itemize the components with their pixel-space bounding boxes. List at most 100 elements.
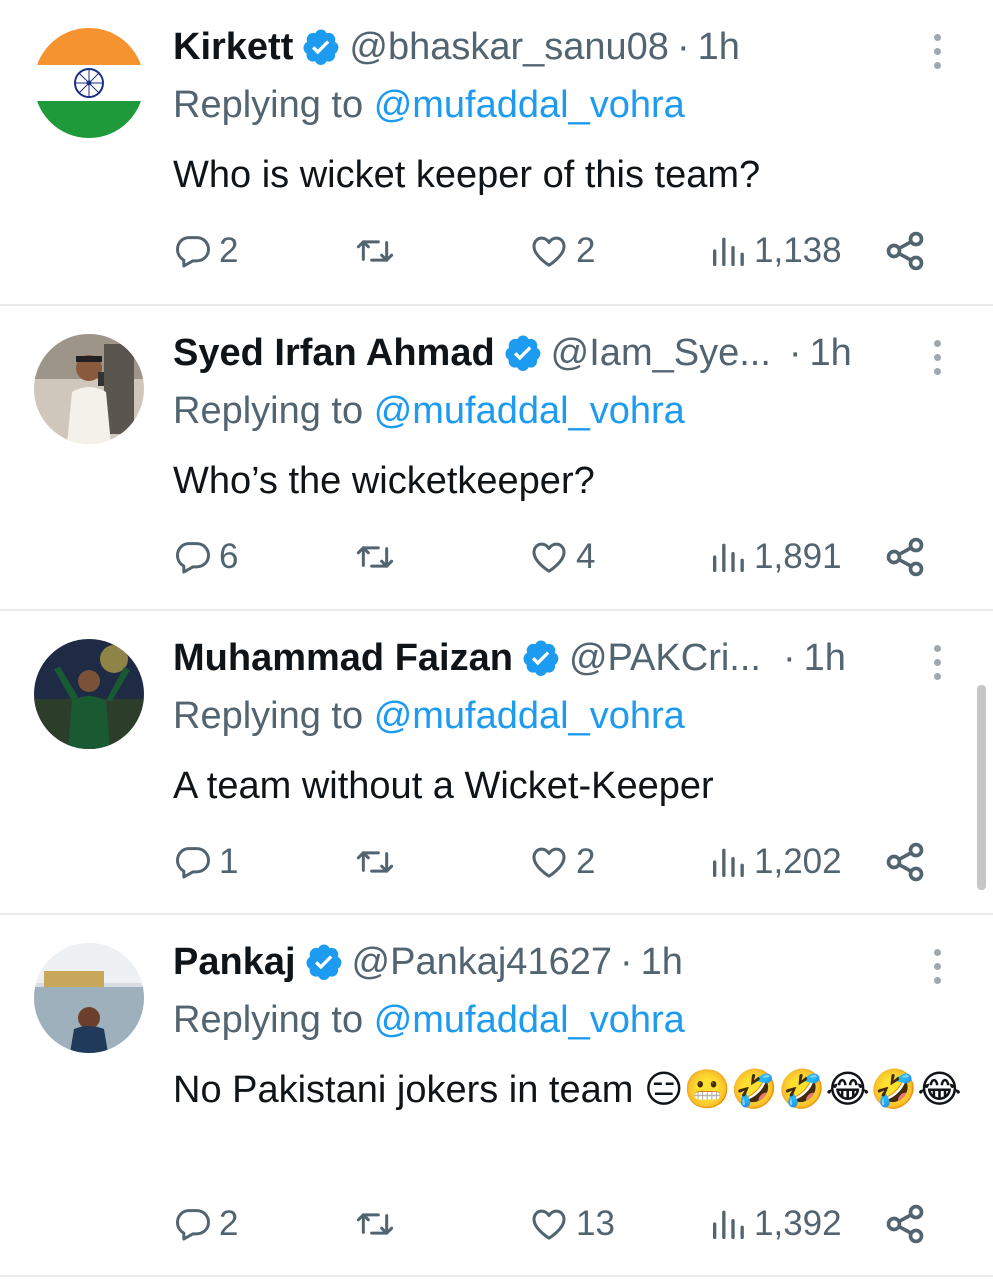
user-handle[interactable]: @Pankaj41627: [352, 941, 612, 984]
views-button[interactable]: 1,202: [708, 837, 842, 887]
india-flag-avatar-image: [34, 28, 144, 138]
views-button[interactable]: 1,138: [708, 226, 842, 276]
reply-icon: [176, 236, 210, 268]
tweet[interactable]: Pankaj @Pankaj41627 · 1h Replying to @mu…: [0, 915, 993, 1277]
profile-photo-image: [34, 639, 144, 749]
views-icon: [713, 237, 744, 266]
reply-button[interactable]: 6: [173, 532, 238, 582]
retweet-icon: [356, 546, 394, 568]
more-icon[interactable]: [922, 641, 952, 681]
separator-dot: ·: [619, 940, 633, 983]
separator-dot: ·: [782, 636, 796, 679]
like-button[interactable]: 4: [528, 532, 595, 582]
avatar[interactable]: [34, 28, 144, 138]
views-button[interactable]: 1,392: [708, 1199, 842, 1249]
verified-badge-icon: [306, 944, 342, 980]
display-name[interactable]: Syed Irfan Ahmad: [173, 332, 495, 375]
display-name[interactable]: Pankaj: [173, 941, 296, 984]
share-icon: [886, 537, 924, 577]
tweet[interactable]: Syed Irfan Ahmad @Iam_Sye... · 1h Replyi…: [0, 306, 993, 611]
user-handle[interactable]: @bhaskar_sanu08: [349, 26, 669, 69]
like-icon: [532, 236, 566, 267]
more-icon[interactable]: [922, 945, 952, 985]
retweet-button[interactable]: [353, 226, 403, 276]
replying-to: Replying to @mufaddal_vohra: [173, 999, 685, 1042]
timestamp[interactable]: 1h: [698, 26, 740, 69]
like-button[interactable]: 13: [528, 1199, 615, 1249]
display-name[interactable]: Muhammad Faizan: [173, 637, 513, 680]
reply-count: 2: [219, 1204, 239, 1243]
reply-button[interactable]: 1: [173, 837, 238, 887]
view-count: 1,138: [754, 231, 842, 270]
view-count: 1,392: [754, 1204, 842, 1243]
retweet-button[interactable]: [353, 837, 403, 887]
tweet-text: Who is wicket keeper of this team?: [173, 148, 963, 202]
views-button[interactable]: 1,891: [708, 532, 842, 582]
views-icon: [713, 848, 744, 877]
separator-dot: ·: [788, 331, 802, 374]
reply-button[interactable]: 2: [173, 1199, 238, 1249]
user-handle[interactable]: @Iam_Sye...: [551, 332, 771, 375]
tweet[interactable]: Muhammad Faizan @PAKCri... · 1h Replying…: [0, 611, 993, 915]
more-icon[interactable]: [922, 336, 952, 376]
profile-photo-image: [34, 943, 144, 1053]
share-button[interactable]: [883, 226, 927, 276]
like-button[interactable]: 2: [528, 837, 595, 887]
avatar[interactable]: [34, 943, 144, 1053]
reply-count: 2: [219, 231, 239, 270]
like-icon: [532, 542, 566, 573]
share-button[interactable]: [883, 1199, 927, 1249]
more-icon[interactable]: [922, 30, 952, 70]
tweet-text-content: Who is wicket keeper of this team?: [173, 154, 761, 196]
tweet-actions: 2 13 1,392: [173, 1199, 953, 1249]
retweet-button[interactable]: [353, 1199, 403, 1249]
share-icon: [886, 842, 924, 882]
reply-icon: [176, 847, 210, 879]
verified-badge-icon: [303, 29, 339, 65]
reply-button[interactable]: 2: [173, 226, 238, 276]
replying-to: Replying to @mufaddal_vohra: [173, 84, 685, 127]
like-button[interactable]: 2: [528, 226, 595, 276]
retweet-button[interactable]: [353, 532, 403, 582]
replying-to-label: Replying to: [173, 999, 364, 1041]
tweet-header: Pankaj @Pankaj41627 · 1h: [173, 939, 683, 985]
replying-to: Replying to @mufaddal_vohra: [173, 390, 685, 433]
mention-link[interactable]: @mufaddal_vohra: [374, 999, 685, 1041]
reply-count: 1: [219, 842, 239, 881]
like-count: 2: [576, 842, 596, 881]
avatar[interactable]: [34, 334, 144, 444]
tweet-text-content: Who’s the wicketkeeper?: [173, 460, 595, 502]
tweet-actions: 2 2 1,138: [173, 226, 953, 276]
separator-dot: ·: [676, 25, 690, 68]
like-icon: [532, 847, 566, 878]
replying-to-label: Replying to: [173, 84, 364, 126]
share-button[interactable]: [883, 532, 927, 582]
timestamp[interactable]: 1h: [641, 941, 683, 984]
reply-icon: [176, 542, 210, 574]
views-icon: [713, 1210, 744, 1239]
user-handle[interactable]: @PAKCri...: [569, 637, 761, 680]
timestamp[interactable]: 1h: [810, 332, 852, 375]
like-count: 2: [576, 231, 596, 270]
view-count: 1,891: [754, 537, 842, 576]
tweet-text: A team without a Wicket-Keeper: [173, 759, 963, 813]
share-icon: [886, 231, 924, 271]
display-name[interactable]: Kirkett: [173, 26, 293, 69]
tweet-text: No Pakistani jokers in team 😑😬🤣🤣😂🤣😂: [173, 1063, 963, 1117]
mention-link[interactable]: @mufaddal_vohra: [374, 695, 685, 737]
replying-to-label: Replying to: [173, 695, 364, 737]
tweet-header: Kirkett @bhaskar_sanu08 · 1h: [173, 24, 740, 70]
share-button[interactable]: [883, 837, 927, 887]
like-count: 4: [576, 537, 596, 576]
tweet[interactable]: Kirkett @bhaskar_sanu08 · 1h Replying to…: [0, 0, 993, 306]
tweet-actions: 6 4 1,891: [173, 532, 953, 582]
scrollbar[interactable]: [977, 685, 986, 890]
views-icon: [713, 543, 744, 572]
mention-link[interactable]: @mufaddal_vohra: [374, 84, 685, 126]
avatar[interactable]: [34, 639, 144, 749]
tweet-text: Who’s the wicketkeeper?: [173, 454, 963, 508]
mention-link[interactable]: @mufaddal_vohra: [374, 390, 685, 432]
profile-photo-image: [34, 334, 144, 444]
timestamp[interactable]: 1h: [804, 637, 846, 680]
like-icon: [532, 1209, 566, 1240]
